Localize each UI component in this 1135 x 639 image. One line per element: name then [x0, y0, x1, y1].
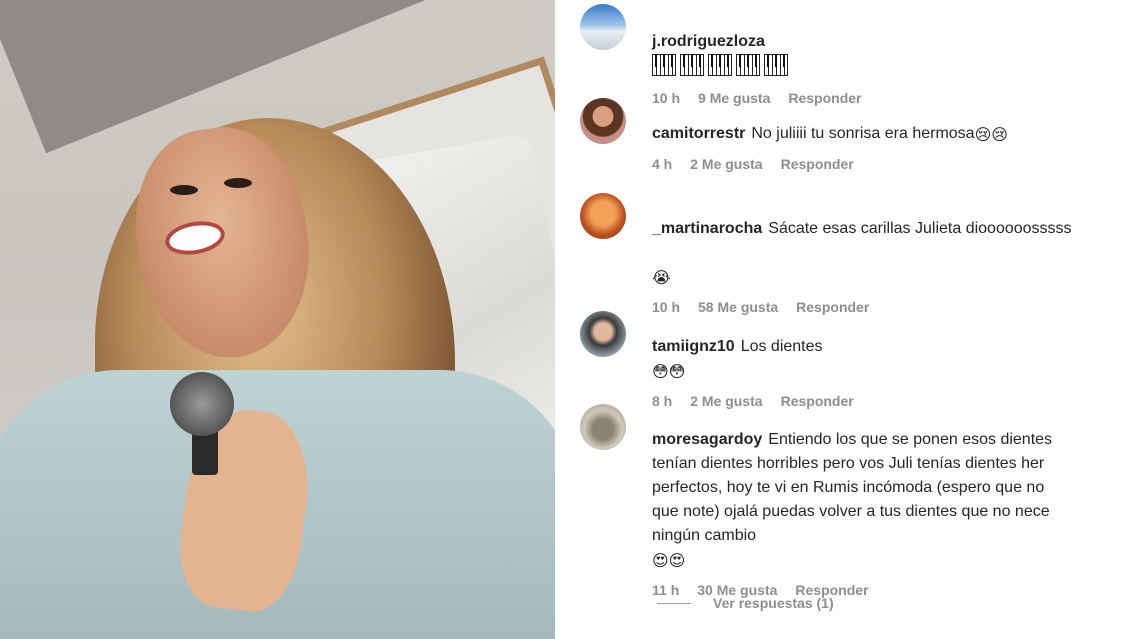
comment-username[interactable]: tamiignz10: [652, 338, 735, 355]
view-replies-label: Ver respuestas (1): [713, 595, 834, 611]
comment-username[interactable]: _martinarocha: [652, 220, 762, 237]
comment-body: _martinarocha Sácate esas carillas Juliet…: [652, 193, 1135, 315]
comment-likes[interactable]: 2 Me gusta: [690, 156, 762, 172]
avatar[interactable]: [580, 4, 626, 50]
comment-text: Sácate esas carillas Julieta dioooooosss…: [768, 220, 1072, 237]
avatar[interactable]: [580, 311, 626, 357]
comment-body: camitorrestr No juliiii tu sonrisa era he…: [652, 98, 1135, 172]
piano-icon: [652, 54, 792, 76]
divider-line: [657, 602, 691, 604]
comment-body: moresagardoy Entiendo los que se ponen es…: [652, 404, 1135, 598]
comment-time: 4 h: [652, 156, 673, 172]
comments-panel: j.rodriguezloza 10 h 9 Me gusta Responde…: [555, 0, 1135, 639]
microphone: [170, 372, 234, 436]
avatar[interactable]: [580, 193, 626, 239]
comment-text: Los dientes: [740, 338, 823, 355]
view-replies-button[interactable]: Ver respuestas (1): [657, 595, 834, 611]
flushed-face-icon: 😳😳: [652, 364, 686, 381]
avatar[interactable]: [580, 98, 626, 144]
video-frame[interactable]: [0, 0, 555, 639]
heart-eyes-icon: 😍😍: [652, 553, 686, 570]
comment-username[interactable]: j.rodriguezloza: [652, 33, 765, 50]
avatar[interactable]: [580, 404, 626, 450]
sad-face-icon: 😢😢: [974, 127, 1008, 144]
person-eye-left: [170, 185, 198, 195]
person-eye-right: [224, 178, 252, 188]
comment-meta: 4 h 2 Me gusta Responder: [652, 156, 1135, 172]
comment-body: tamiignz10 Los dientes 😳😳 8 h 2 Me gusta …: [652, 311, 1135, 409]
comment-username[interactable]: camitorrestr: [652, 125, 745, 142]
comment-body: j.rodriguezloza 10 h 9 Me gusta Responde…: [652, 4, 1135, 106]
crying-face-icon: 😭: [652, 270, 671, 287]
comment-text: No juliiii tu sonrisa era hermosa: [751, 125, 975, 142]
reply-button[interactable]: Responder: [781, 156, 854, 172]
comment-username[interactable]: moresagardoy: [652, 431, 762, 448]
